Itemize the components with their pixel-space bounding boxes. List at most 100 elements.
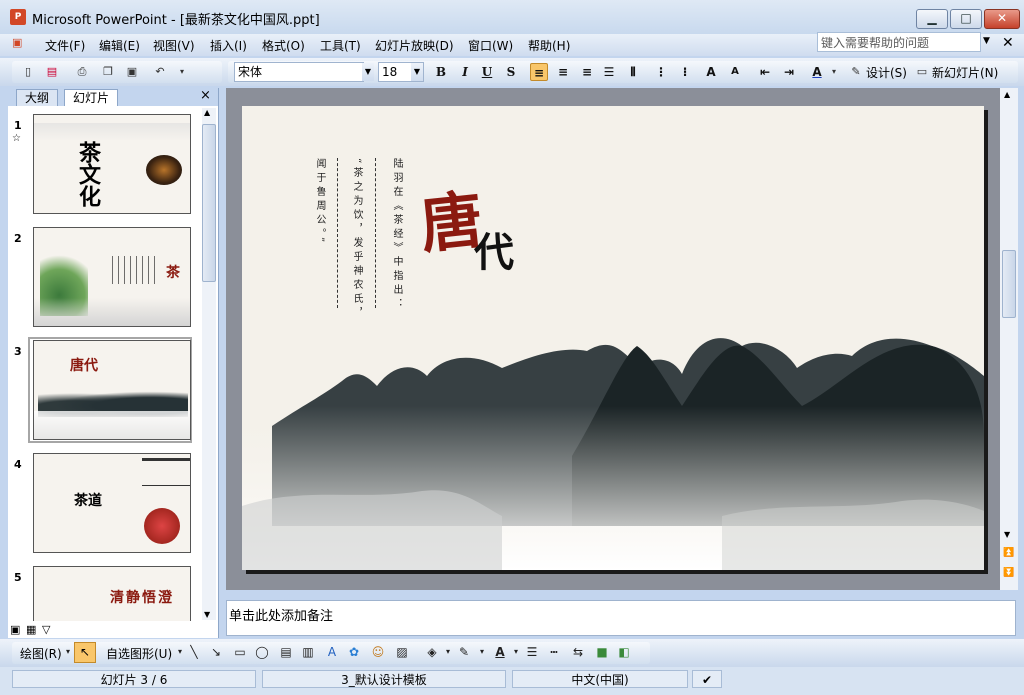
scroll-up-icon[interactable]: ▲ xyxy=(1004,90,1010,99)
slideshow-view-icon[interactable]: ▽ xyxy=(42,623,50,636)
undo-icon[interactable]: ↶ xyxy=(152,64,168,80)
horizontal-scrollbar[interactable] xyxy=(226,590,1000,598)
font-dropdown-icon[interactable]: ▼ xyxy=(362,63,374,81)
new-icon[interactable]: ▯ xyxy=(20,64,36,80)
align-center-icon[interactable]: ≡ xyxy=(554,63,572,81)
doc-menu-icon[interactable]: ▣ xyxy=(12,36,22,49)
align-right-icon[interactable]: ≡ xyxy=(578,63,596,81)
pane-close-icon[interactable]: × xyxy=(200,88,211,103)
window-title: Microsoft PowerPoint - [最新茶文化中国风.ppt] xyxy=(32,13,320,28)
diagram-icon[interactable]: ✿ xyxy=(346,644,362,660)
arrow-icon[interactable]: ↘ xyxy=(208,644,224,660)
fill-color-icon[interactable]: ◈ xyxy=(424,644,440,660)
menu-slideshow[interactable]: 幻灯片放映(D) xyxy=(375,37,454,54)
help-dropdown-icon[interactable]: ▼ xyxy=(983,36,990,46)
tab-outline[interactable]: 大纲 xyxy=(16,89,59,106)
tea-cup-icon xyxy=(146,155,182,185)
close-document-button[interactable]: ✕ xyxy=(1002,35,1014,51)
slide-scroll-thumb[interactable] xyxy=(1002,250,1016,318)
bullets-icon[interactable]: ⁝ xyxy=(676,63,694,81)
italic-button[interactable]: I xyxy=(456,63,474,81)
autoshapes-button[interactable]: 自选图形(U) xyxy=(106,645,172,662)
print-icon[interactable]: ⎙ xyxy=(74,64,90,80)
slide-scrollbar[interactable] xyxy=(1000,88,1018,590)
scroll-up-icon[interactable]: ▲ xyxy=(204,108,210,117)
permission-icon[interactable]: ▤ xyxy=(44,64,60,80)
3d-style-icon[interactable]: ◧ xyxy=(616,644,632,660)
menu-view[interactable]: 视图(V) xyxy=(153,37,195,54)
column-icon[interactable]: ⦀ xyxy=(624,63,642,81)
shadow-button[interactable]: S xyxy=(502,63,520,81)
slide-thumbnail-1[interactable]: 茶文化 xyxy=(33,114,191,214)
dash-style-icon[interactable]: ┅ xyxy=(546,644,562,660)
slide-thumbnail-5[interactable]: 清静悟澄 xyxy=(33,566,191,621)
thumb-2-text: 茶 xyxy=(166,265,180,281)
new-slide-icon[interactable]: ▭ xyxy=(914,64,930,80)
menu-format[interactable]: 格式(O) xyxy=(262,37,305,54)
decrease-indent-icon[interactable]: ⇤ xyxy=(756,63,774,81)
font-name-select[interactable]: 宋体 xyxy=(234,62,364,82)
underline-button[interactable]: U xyxy=(478,63,496,81)
menu-file[interactable]: 文件(F) xyxy=(45,37,85,54)
maximize-button[interactable]: □ xyxy=(950,9,982,29)
menu-edit[interactable]: 编辑(E) xyxy=(99,37,140,54)
align-left-icon[interactable]: ≡ xyxy=(530,63,548,81)
notes-pane[interactable] xyxy=(226,600,1016,636)
decrease-font-icon[interactable]: A xyxy=(726,63,744,81)
scroll-down-icon[interactable]: ▼ xyxy=(1004,530,1010,539)
new-slide-button[interactable]: 新幻灯片(N) xyxy=(932,64,998,81)
tab-slides[interactable]: 幻灯片 xyxy=(64,89,119,106)
spelling-status-icon[interactable]: ✔ xyxy=(692,670,722,688)
rectangle-icon[interactable]: ▭ xyxy=(232,644,248,660)
arrow-style-icon[interactable]: ⇆ xyxy=(570,644,586,660)
copy-icon[interactable]: ❐ xyxy=(100,64,116,80)
slides-scroll-thumb[interactable] xyxy=(202,124,216,282)
close-button[interactable]: ✕ xyxy=(984,9,1020,29)
oval-icon[interactable]: ◯ xyxy=(254,644,270,660)
menu-help[interactable]: 帮助(H) xyxy=(528,37,570,54)
select-objects-icon[interactable]: ↖ xyxy=(74,642,96,663)
font-color-icon[interactable]: A xyxy=(808,63,826,81)
design-icon[interactable]: ✎ xyxy=(848,64,864,80)
slide-thumbnail-3[interactable]: 唐代 xyxy=(33,340,191,440)
undo-dropdown-icon[interactable]: ▾ xyxy=(174,64,190,80)
line-icon[interactable]: ╲ xyxy=(186,644,202,660)
sorter-view-icon[interactable]: ▦ xyxy=(26,623,36,636)
paste-icon[interactable]: ▣ xyxy=(124,64,140,80)
clipart-icon[interactable]: ☺ xyxy=(370,644,386,660)
bold-button[interactable]: B xyxy=(432,63,450,81)
fill-dropdown-icon[interactable]: ▾ xyxy=(440,644,456,660)
vertical-textbox-icon[interactable]: ▥ xyxy=(300,644,316,660)
size-dropdown-icon[interactable]: ▼ xyxy=(411,63,423,81)
menu-tools[interactable]: 工具(T) xyxy=(320,37,361,54)
menu-insert[interactable]: 插入(I) xyxy=(210,37,247,54)
draw-font-color-icon[interactable]: A xyxy=(492,644,508,660)
font-color-dropdown-icon[interactable]: ▾ xyxy=(508,644,524,660)
menu-window[interactable]: 窗口(W) xyxy=(468,37,513,54)
slide-thumbnail-2[interactable]: 茶 xyxy=(33,227,191,327)
notes-placeholder[interactable]: 单击此处添加备注 xyxy=(229,605,333,624)
font-color-dropdown-icon[interactable]: ▾ xyxy=(826,64,842,80)
scroll-down-icon[interactable]: ▼ xyxy=(204,610,210,619)
justify-icon[interactable]: ☰ xyxy=(600,63,618,81)
numbering-icon[interactable]: ⋮ xyxy=(652,63,670,81)
shadow-style-icon[interactable]: ■ xyxy=(594,644,610,660)
textbox-icon[interactable]: ▤ xyxy=(278,644,294,660)
draw-menu-button[interactable]: 绘图(R) xyxy=(20,645,62,662)
picture-icon[interactable]: ▨ xyxy=(394,644,410,660)
line-style-icon[interactable]: ☰ xyxy=(524,644,540,660)
design-button[interactable]: 设计(S) xyxy=(866,64,907,81)
line-color-dropdown-icon[interactable]: ▾ xyxy=(474,644,490,660)
line-color-icon[interactable]: ✎ xyxy=(456,644,472,660)
normal-view-icon[interactable]: ▣ xyxy=(10,623,20,636)
previous-slide-icon[interactable]: ⏫ xyxy=(1003,548,1014,558)
next-slide-icon[interactable]: ⏬ xyxy=(1003,568,1014,578)
current-slide[interactable]: 陆羽在《茶经》中指出： “茶之为饮，发乎神农氏， 闻于鲁周公。” 唐 代 xyxy=(242,106,984,570)
minimize-button[interactable]: ▁ xyxy=(916,9,948,29)
slide-thumbnail-4[interactable]: 茶道 xyxy=(33,453,191,553)
increase-indent-icon[interactable]: ⇥ xyxy=(780,63,798,81)
powerpoint-icon[interactable]: P xyxy=(10,9,26,25)
wordart-icon[interactable]: A xyxy=(324,644,340,660)
increase-font-icon[interactable]: A xyxy=(702,63,720,81)
help-search-input[interactable]: 键入需要帮助的问题 xyxy=(817,32,981,52)
